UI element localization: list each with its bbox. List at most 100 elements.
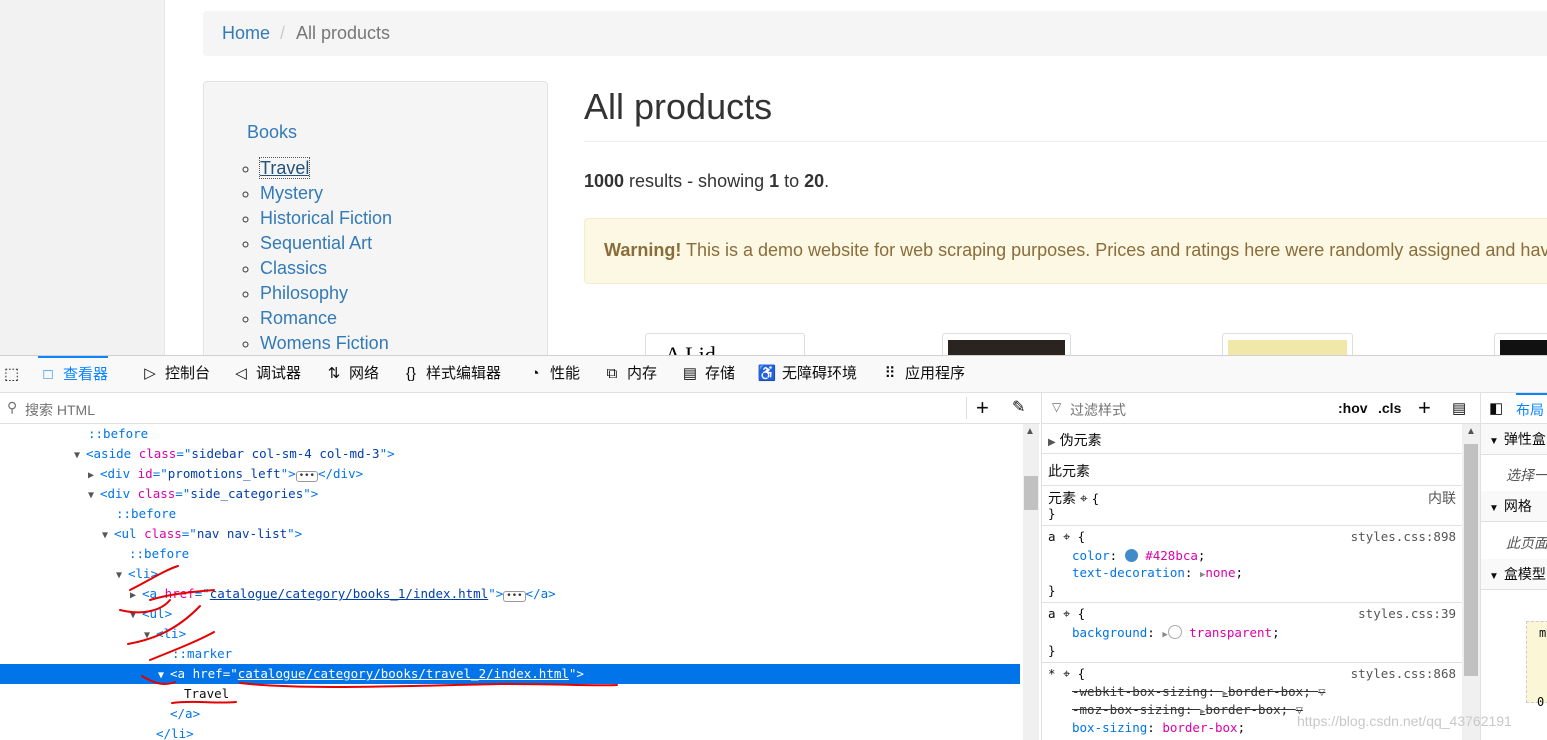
target-icon[interactable]: ⌖ xyxy=(1063,529,1070,544)
scroll-up-icon[interactable]: ▲ xyxy=(1466,426,1476,437)
markup-line[interactable]: </a> xyxy=(0,704,1020,724)
expand-arrow-icon[interactable]: ▼ xyxy=(144,626,156,646)
markup-line[interactable]: ▼ <li> xyxy=(0,624,1020,644)
tab-storage[interactable]: ▤ 存储 xyxy=(680,356,735,392)
expand-arrow-icon[interactable]: ▼ xyxy=(116,566,128,586)
markup-scrollbar[interactable]: ▲ xyxy=(1023,424,1039,740)
rules-scrollbar[interactable]: ▲ xyxy=(1462,424,1480,740)
markup-line[interactable]: ▼ <ul> xyxy=(0,604,1020,624)
cls-toggle[interactable]: .cls xyxy=(1378,400,1401,416)
tab-performance[interactable]: ◔ 性能 xyxy=(525,356,580,392)
rule-universal-868[interactable]: * ⌖ { xyxy=(1048,666,1085,682)
color-swatch-icon[interactable] xyxy=(1124,549,1138,562)
target-icon[interactable]: ⌖ xyxy=(1063,606,1070,621)
eyedropper-icon[interactable]: ✎ xyxy=(1012,397,1025,417)
grid-section-toggle[interactable]: ▼ 网格 xyxy=(1481,491,1547,522)
hov-toggle[interactable]: :hov xyxy=(1338,400,1368,416)
product-thumbnail[interactable] xyxy=(1494,333,1547,355)
rule-source-link[interactable]: styles.css:868 xyxy=(1351,666,1456,681)
add-node-button[interactable]: + xyxy=(976,395,989,421)
rule-source-link[interactable]: styles.css:898 xyxy=(1351,529,1456,544)
tab-console[interactable]: ▷ 控制台 xyxy=(140,356,210,392)
sidebar-books-link[interactable]: Books xyxy=(247,122,297,143)
declaration[interactable]: background: ▶ transparent; xyxy=(1072,625,1280,640)
markup-line[interactable]: ::before xyxy=(0,424,1020,444)
html-search-input[interactable]: 搜索 HTML xyxy=(25,400,95,420)
category-link-womens-fiction[interactable]: Womens Fiction xyxy=(260,333,389,353)
inline-source: 内联 xyxy=(1428,490,1456,506)
boxmodel-section-toggle[interactable]: ▼ 盒模型 xyxy=(1481,559,1547,590)
target-icon[interactable]: ⌖ xyxy=(1063,666,1070,681)
flexbox-section-toggle[interactable]: ▼ 弹性盒 xyxy=(1481,424,1547,455)
expand-arrow-icon[interactable]: ▼ xyxy=(74,446,86,466)
product-thumbnail[interactable]: A Lid xyxy=(645,333,805,355)
markup-line[interactable]: ::before xyxy=(0,504,1020,524)
expand-arrow-icon[interactable]: ▼ xyxy=(130,606,142,626)
overridden-declaration[interactable]: -moz-box-sizing: ▶border-box; ▽ xyxy=(1072,702,1303,717)
sidebar-toggle-icon[interactable]: ◧ xyxy=(1489,399,1503,417)
scrollbar-thumb[interactable] xyxy=(1024,476,1038,510)
ellipsis-icon[interactable]: ••• xyxy=(295,471,318,482)
markup-line[interactable]: ::before xyxy=(0,544,1020,564)
markup-view: ::before ▼ <aside class="sidebar col-sm-4… xyxy=(0,424,1020,740)
tab-accessibility[interactable]: ♿ 无障碍环境 xyxy=(757,356,857,392)
markup-line[interactable]: ▼ <div class="side_categories"> xyxy=(0,484,1020,504)
href-link[interactable]: catalogue/category/books_1/index.html xyxy=(210,586,488,601)
tab-application[interactable]: ⠿ 应用程序 xyxy=(880,356,966,392)
markup-line[interactable]: </li> xyxy=(0,724,1020,740)
markup-line-selected[interactable]: ▼ <a href="catalogue/category/books/trave… xyxy=(0,664,1020,684)
add-rule-button[interactable]: + xyxy=(1418,395,1431,421)
transparent-swatch-icon[interactable] xyxy=(1167,625,1182,639)
rule-a-39[interactable]: a ⌖ { xyxy=(1048,606,1085,622)
markup-line[interactable]: ▼ <li> xyxy=(0,564,1020,584)
breadcrumb-home-link[interactable]: Home xyxy=(222,23,270,44)
rule-source-link[interactable]: styles.css:39 xyxy=(1358,606,1456,621)
tab-network[interactable]: ⇅ 网络 xyxy=(324,356,379,392)
filter-styles-input[interactable]: 过滤样式 xyxy=(1070,400,1126,420)
declaration[interactable]: color: #428bca; xyxy=(1072,548,1205,563)
markup-line[interactable]: Travel xyxy=(0,684,1020,704)
category-link-travel[interactable]: Travel xyxy=(258,157,311,179)
expand-arrow-icon[interactable]: ▼ xyxy=(102,526,114,546)
target-icon[interactable]: ⌖ xyxy=(1080,490,1088,506)
collapse-arrow-icon[interactable]: ▶ xyxy=(88,466,100,486)
product-thumbnail[interactable] xyxy=(942,333,1071,355)
element-rule[interactable]: 元素 ⌖ { xyxy=(1048,488,1099,508)
expand-arrow-icon[interactable]: ▼ xyxy=(158,666,170,686)
collapse-arrow-icon[interactable]: ▶ xyxy=(1162,630,1167,640)
category-link-sequential-art[interactable]: Sequential Art xyxy=(260,233,372,253)
pseudo-elements-toggle[interactable]: ▶ 伪元素 xyxy=(1048,430,1102,450)
tab-layout[interactable]: 布局 xyxy=(1516,393,1547,423)
markup-line[interactable]: ▶ <div id="promotions_left"> ••• </div> xyxy=(0,464,1020,484)
category-link-romance[interactable]: Romance xyxy=(260,308,337,328)
section-label: 网格 xyxy=(1503,498,1532,514)
category-link-historical-fiction[interactable]: Historical Fiction xyxy=(260,208,392,228)
category-link-philosophy[interactable]: Philosophy xyxy=(260,283,348,303)
declaration[interactable]: box-sizing: border-box; xyxy=(1072,720,1245,735)
product-thumbnail[interactable] xyxy=(1222,333,1353,355)
expand-arrow-icon: ▼ xyxy=(1489,436,1499,447)
ellipsis-icon[interactable]: ••• xyxy=(503,591,526,602)
tab-memory[interactable]: ⧉ 内存 xyxy=(602,356,657,392)
collapse-arrow-icon[interactable]: ▶ xyxy=(130,586,142,606)
margin-value[interactable]: 0 xyxy=(1537,695,1544,709)
overridden-declaration[interactable]: -webkit-box-sizing: ▶border-box; ▽ xyxy=(1072,684,1326,699)
expand-arrow-icon[interactable]: ▼ xyxy=(88,486,100,506)
category-link-mystery[interactable]: Mystery xyxy=(260,183,323,203)
markup-line[interactable]: ▶ <a href="catalogue/category/books_1/ind… xyxy=(0,584,1020,604)
filter-icon[interactable]: ▽ xyxy=(1318,685,1325,699)
print-media-icon[interactable]: ▤ xyxy=(1452,399,1466,417)
tab-style-editor[interactable]: {} 样式编辑器 xyxy=(401,356,501,392)
href-link[interactable]: catalogue/category/books/travel_2/index.… xyxy=(238,666,569,681)
element-picker-icon[interactable]: ⬚ xyxy=(4,364,30,386)
scrollbar-thumb[interactable] xyxy=(1464,444,1478,676)
category-link-classics[interactable]: Classics xyxy=(260,258,327,278)
declaration[interactable]: text-decoration: ▶none; xyxy=(1072,565,1243,580)
rule-a-898[interactable]: a ⌖ { xyxy=(1048,529,1085,545)
scroll-up-icon[interactable]: ▲ xyxy=(1025,426,1035,437)
markup-line[interactable]: ::marker xyxy=(0,644,1020,664)
tab-inspector[interactable]: □ 查看器 xyxy=(38,356,109,392)
tab-debugger[interactable]: ◁ 调试器 xyxy=(231,356,301,392)
markup-line[interactable]: ▼ <ul class="nav nav-list"> xyxy=(0,524,1020,544)
markup-line[interactable]: ▼ <aside class="sidebar col-sm-4 col-md-3… xyxy=(0,444,1020,464)
